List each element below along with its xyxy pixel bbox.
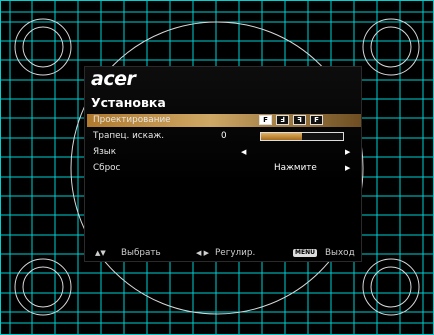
right-arrow-icon[interactable]: ▶	[345, 146, 350, 159]
rear-projection-icon[interactable]: Ⅎ	[276, 115, 289, 125]
right-arrow-icon[interactable]: ▶	[345, 162, 350, 175]
menu-item-label: Язык	[93, 147, 117, 157]
exit-hint: Выход	[325, 248, 355, 258]
menu-key-icon: MENU	[293, 245, 317, 261]
rear-ceiling-projection-icon[interactable]: F	[310, 115, 323, 125]
front-projection-icon[interactable]: F	[259, 115, 272, 125]
left-arrow-icon[interactable]: ◀	[241, 146, 246, 159]
keystone-slider-fill	[261, 133, 302, 140]
menu-key-badge: MENU	[293, 249, 317, 257]
adjust-hint: Регулир.	[215, 248, 256, 258]
front-ceiling-projection-icon[interactable]: ꟻ	[293, 115, 306, 125]
menu-title: Установка	[91, 95, 166, 110]
osd-footer: ▲▼ Выбрать ◀ ▶ Регулир. MENU Выход	[85, 245, 361, 261]
menu-item-label: Проектирование	[93, 115, 171, 125]
menu-item-keystone[interactable]: Трапец. искаж. 0	[87, 130, 361, 143]
menu-item-label: Трапец. искаж.	[93, 131, 165, 141]
menu-item-language[interactable]: Язык ◀ ▶	[87, 146, 361, 159]
select-hint: Выбрать	[121, 248, 161, 258]
acer-logo: acer	[91, 68, 136, 90]
keystone-slider[interactable]	[260, 132, 344, 141]
menu-item-reset[interactable]: Сброс Нажмите ▶	[87, 162, 361, 175]
projection-options: F Ⅎ ꟻ F	[259, 115, 323, 125]
left-right-arrows-icon: ◀ ▶	[196, 249, 209, 257]
up-down-arrows-icon: ▲▼	[95, 249, 106, 257]
keystone-value: 0	[221, 131, 227, 141]
osd-menu: acer Установка Проектирование F Ⅎ ꟻ F Тр…	[84, 66, 362, 262]
projector-screen: acer Установка Проектирование F Ⅎ ꟻ F Тр…	[0, 0, 434, 335]
menu-item-projection[interactable]: Проектирование F Ⅎ ꟻ F	[87, 114, 361, 127]
reset-value: Нажмите	[274, 163, 317, 173]
menu-item-label: Сброс	[93, 163, 121, 173]
